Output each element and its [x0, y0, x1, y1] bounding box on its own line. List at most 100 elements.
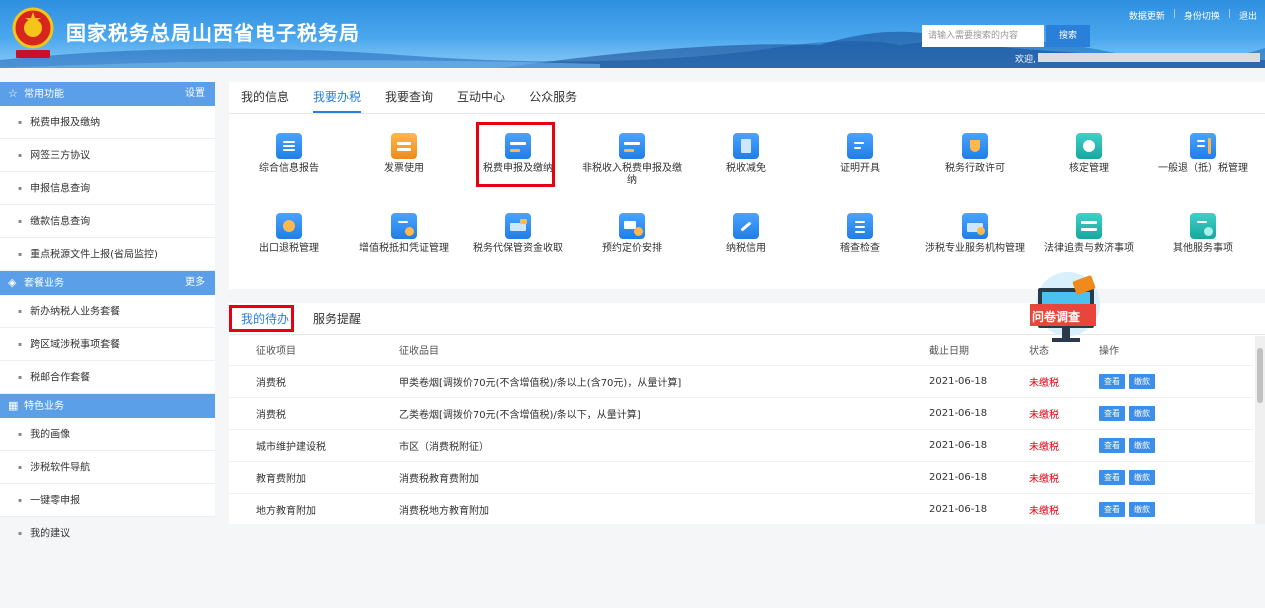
sidebar-item-tax-declare[interactable]: 税费申报及缴纳 — [0, 106, 215, 139]
tile-legal[interactable]: 法律追责与救济事项 — [1039, 213, 1139, 255]
tile-label: 非税收入税费申报及缴纳 — [582, 163, 682, 186]
tile-other[interactable]: 其他服务事项 — [1153, 213, 1253, 255]
service-panel: 我的信息 我要办税 我要查询 互动中心 公众服务 综合信息报告 发票使用 税费申… — [229, 82, 1265, 289]
briefcase-icon — [962, 213, 988, 239]
tile-vat-deduction[interactable]: 增值税抵扣凭证管理 — [354, 213, 454, 255]
tile-pricing-arrangement[interactable]: 预约定价安排 — [582, 213, 682, 255]
table-row: 消费税 乙类卷烟[调拨价70元(不含增值税)/条以下，从量计算] 2021-06… — [229, 396, 1253, 429]
sidebar-item-new-taxpayer[interactable]: 新办纳税人业务套餐 — [0, 295, 215, 328]
tile-label: 出口退税管理 — [259, 243, 319, 254]
card-payment-icon — [619, 133, 645, 159]
sidebar-item-suggestion[interactable]: 我的建议 — [0, 517, 215, 550]
tab-my-info[interactable]: 我的信息 — [241, 82, 289, 113]
invoice-icon — [391, 133, 417, 159]
search-button[interactable]: 搜索 — [1046, 25, 1090, 47]
divider: | — [1227, 9, 1231, 19]
main-tabs: 我的信息 我要办税 我要查询 互动中心 公众服务 — [229, 82, 1265, 114]
view-button[interactable]: 查看 — [1099, 437, 1125, 453]
sidebar-item-postal[interactable]: 税邮合作套餐 — [0, 361, 215, 394]
cell-item: 教育费附加 — [229, 460, 399, 493]
cell-category: 甲类卷烟[调拨价70元(不含增值税)/条以上(含70元)，从量计算] — [399, 364, 929, 397]
cell-category: 消费税地方教育附加 — [399, 492, 929, 525]
logout-link[interactable]: 退出 — [1239, 9, 1257, 22]
pay-button[interactable]: 缴款 — [1129, 437, 1155, 453]
sidebar-item-portrait[interactable]: 我的画像 — [0, 418, 215, 451]
sidebar-item-declare-query[interactable]: 申报信息查询 — [0, 172, 215, 205]
col-category: 征收品目 — [399, 335, 929, 365]
tab-query[interactable]: 我要查询 — [385, 82, 433, 113]
survey-widget[interactable]: 问卷调查 — [1030, 270, 1106, 350]
more-link[interactable]: 更多 — [185, 271, 205, 295]
cell-actions: 查看 缴款 — [1099, 396, 1253, 429]
view-button[interactable]: 查看 — [1099, 405, 1125, 421]
sidebar-item-software-nav[interactable]: 涉税软件导航 — [0, 451, 215, 484]
tile-label: 纳税信用 — [726, 243, 766, 254]
sidebar-item-cross-region[interactable]: 跨区域涉税事项套餐 — [0, 328, 215, 361]
tab-public-service[interactable]: 公众服务 — [529, 82, 577, 113]
sidebar-item-tripartite[interactable]: 网签三方协议 — [0, 139, 215, 172]
tile-invoice[interactable]: 发票使用 — [354, 133, 454, 175]
view-button[interactable]: 查看 — [1099, 501, 1125, 517]
clipboard-icon — [847, 213, 873, 239]
tile-tax-reduction[interactable]: 税收减免 — [696, 133, 796, 175]
scrollbar-thumb[interactable] — [1257, 348, 1263, 403]
top-links: 数据更新 | 身份切换 | 退出 — [1129, 9, 1257, 22]
tile-admin-permit[interactable]: 税务行政许可 — [925, 133, 1025, 175]
table-scrollbar[interactable] — [1255, 336, 1265, 524]
table-row: 消费税 甲类卷烟[调拨价70元(不含增值税)/条以上(含70元)，从量计算] 2… — [229, 364, 1253, 397]
sidebar-item-key-source[interactable]: 重点税源文件上报(省局监控) — [0, 238, 215, 271]
tile-label: 其他服务事项 — [1173, 243, 1233, 254]
sidebar-item-payment-query[interactable]: 缴款信息查询 — [0, 205, 215, 238]
cell-item: 地方教育附加 — [229, 492, 399, 525]
view-button[interactable]: 查看 — [1099, 373, 1125, 389]
tile-label: 法律追责与救济事项 — [1044, 243, 1134, 254]
id-clock-icon — [619, 213, 645, 239]
tab-service-reminder[interactable]: 服务提醒 — [313, 303, 361, 334]
tile-credit[interactable]: 纳税信用 — [696, 213, 796, 255]
cell-item: 城市维护建设税 — [229, 428, 399, 461]
tile-certificate[interactable]: 证明开具 — [810, 133, 910, 175]
sidebar-item-zero-declare[interactable]: 一键零申报 — [0, 484, 215, 517]
col-deadline: 截止日期 — [929, 335, 1029, 365]
tab-tax-handling[interactable]: 我要办税 — [313, 82, 362, 113]
search-doc-icon — [1190, 213, 1216, 239]
tile-professional-service[interactable]: 涉税专业服务机构管理 — [925, 213, 1025, 255]
section-title: 特色业务 — [24, 401, 64, 412]
pay-button[interactable]: 缴款 — [1129, 405, 1155, 421]
tile-inspection[interactable]: 稽查检查 — [810, 213, 910, 255]
cell-category: 市区（消费税附征） — [399, 428, 929, 461]
sidebar-section-special: ▦ 特色业务 — [0, 394, 215, 418]
tile-info-report[interactable]: 综合信息报告 — [239, 133, 339, 175]
settings-link[interactable]: 设置 — [185, 82, 205, 106]
edit-icon — [847, 133, 873, 159]
pay-button[interactable]: 缴款 — [1129, 373, 1155, 389]
tile-export-refund[interactable]: 出口退税管理 — [239, 213, 339, 255]
todo-panel: 我的待办 服务提醒 征收项目 征收品目 截止日期 状态 操作 消费税 甲类卷烟[… — [229, 303, 1265, 525]
search-input[interactable] — [922, 25, 1044, 47]
gear-icon — [276, 213, 302, 239]
cell-actions: 查看 缴款 — [1099, 428, 1253, 461]
tile-refund[interactable]: 一般退（抵）税管理 — [1153, 133, 1253, 175]
sidebar-section-package: ◈ 套餐业务 更多 — [0, 271, 215, 295]
identity-switch-link[interactable]: 身份切换 — [1184, 9, 1220, 22]
highlight-box — [476, 122, 555, 187]
tile-label: 预约定价安排 — [602, 243, 662, 254]
pay-button[interactable]: 缴款 — [1129, 501, 1155, 517]
table-row: 城市维护建设税 市区（消费税附征） 2021-06-18 未缴税 查看 缴款 — [229, 428, 1253, 461]
section-title: 常用功能 — [24, 89, 64, 100]
view-button[interactable]: 查看 — [1099, 469, 1125, 485]
tab-interaction[interactable]: 互动中心 — [457, 82, 505, 113]
star-icon: ☆ — [8, 87, 18, 100]
shield-icon — [962, 133, 988, 159]
data-update-link[interactable]: 数据更新 — [1129, 9, 1165, 22]
cell-deadline: 2021-06-18 — [929, 364, 1029, 397]
tile-label: 涉税专业服务机构管理 — [925, 243, 1025, 254]
table-row: 地方教育附加 消费税地方教育附加 2021-06-18 未缴税 查看 缴款 — [229, 492, 1253, 525]
tile-fund-custody[interactable]: 税务代保管资金收取 — [468, 213, 568, 255]
tile-non-tax[interactable]: 非税收入税费申报及缴纳 — [582, 133, 682, 187]
cell-deadline: 2021-06-18 — [929, 492, 1029, 525]
pay-button[interactable]: 缴款 — [1129, 469, 1155, 485]
tile-assessment[interactable]: 核定管理 — [1039, 133, 1139, 175]
tile-label: 稽查检查 — [840, 243, 880, 254]
cell-deadline: 2021-06-18 — [929, 396, 1029, 429]
